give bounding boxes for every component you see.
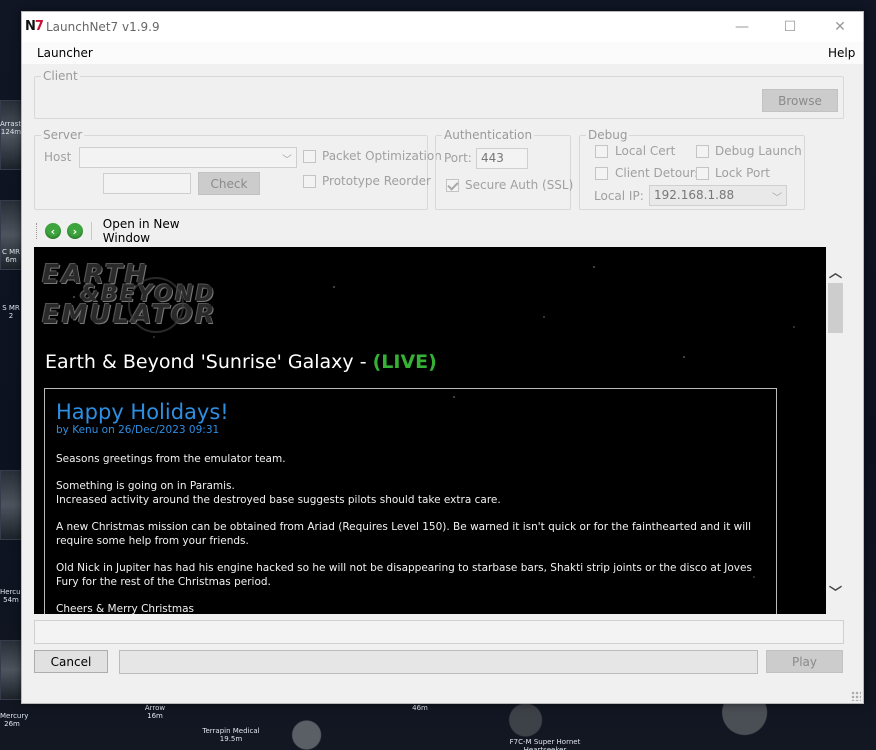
forward-arrow-icon[interactable]: ›	[66, 223, 83, 239]
back-arrow-icon[interactable]: ‹	[44, 223, 61, 239]
open-new-window-button[interactable]: Open in New Window	[99, 215, 234, 247]
server-legend: Server	[41, 128, 85, 142]
toolbar-grip[interactable]	[36, 223, 39, 239]
bg-caption: C MR 6m	[1, 248, 21, 264]
bg-caption: 46m	[412, 704, 428, 712]
close-button[interactable]: ✕	[817, 12, 863, 42]
play-button[interactable]: Play	[766, 650, 843, 673]
server-group: Server Host ﹀ Check Packet Optimization …	[34, 128, 442, 210]
local-ip-combobox[interactable]: 192.168.1.88 ﹀	[649, 185, 787, 206]
news-post: Happy Holidays! by Kenu on 26/Dec/2023 0…	[44, 388, 777, 614]
menu-help[interactable]: Help	[828, 46, 855, 60]
secure-auth-checkbox[interactable]	[446, 179, 459, 192]
browser-scrollbar[interactable]: ︿ ﹀	[827, 247, 844, 614]
window-title: LaunchNet7 v1.9.9	[46, 20, 160, 34]
earth-beyond-logo: EARTH &BEYOND EMULATOR	[42, 262, 252, 335]
authentication-legend: Authentication	[442, 128, 535, 142]
galaxy-title: Earth & Beyond 'Sunrise' Galaxy - (LIVE)	[45, 351, 437, 373]
bg-caption: Terrapin Medical 19.5m	[202, 727, 260, 743]
bg-caption: Mercury 26m	[0, 712, 29, 728]
host-combobox[interactable]: ﹀	[79, 147, 297, 168]
news-byline: by Kenu on 26/Dec/2023 09:31	[56, 424, 220, 436]
client-group: Client Browse	[34, 69, 844, 119]
launcher-window: N7 LaunchNet7 v1.9.9 — ☐ ✕ Launcher Help…	[21, 11, 864, 704]
news-title[interactable]: Happy Holidays!	[56, 399, 765, 425]
menu-bar: Launcher Help	[22, 42, 863, 64]
news-line: Something is going on in Paramis.	[56, 480, 235, 492]
cancel-button[interactable]: Cancel	[34, 650, 108, 673]
debug-legend: Debug	[586, 128, 630, 142]
bg-ship-thumb	[0, 640, 22, 700]
scroll-down-icon[interactable]: ﹀	[827, 583, 844, 601]
local-cert-checkbox[interactable]	[595, 145, 608, 158]
status-field	[34, 620, 844, 644]
news-paragraph: Seasons greetings from the emulator team…	[56, 453, 286, 465]
bg-ship-thumb	[0, 470, 22, 540]
galaxy-name: Earth & Beyond 'Sunrise' Galaxy -	[45, 351, 373, 373]
client-legend: Client	[41, 69, 80, 83]
chevron-down-icon: ﹀	[772, 193, 782, 204]
local-ip-value: 192.168.1.88	[654, 188, 735, 202]
news-paragraph: Something is going on in Paramis. Increa…	[56, 479, 765, 507]
title-bar[interactable]: N7 LaunchNet7 v1.9.9 — ☐ ✕	[22, 12, 863, 42]
host-label: Host	[44, 150, 72, 164]
news-paragraph: Cheers & Merry Christmas	[56, 603, 195, 614]
resize-grip-icon[interactable]	[851, 691, 861, 701]
bg-caption: F7C-M Super Hornet Heartseeker	[509, 738, 581, 750]
client-detours-checkbox[interactable]	[595, 167, 608, 180]
maximize-button[interactable]: ☐	[767, 12, 813, 42]
bg-caption: Arrasta 124m	[0, 120, 26, 136]
app-logo-icon: N7	[25, 19, 44, 34]
prototype-reorder-label: Prototype Reorder	[322, 174, 431, 188]
secure-auth-label: Secure Auth (SSL)	[465, 178, 574, 192]
browser-toolbar: ‹ › Open in New Window	[34, 215, 234, 247]
launch-progress-bar	[119, 650, 758, 674]
minimize-button[interactable]: —	[719, 12, 765, 42]
chevron-down-icon: ﹀	[282, 155, 292, 166]
debug-group: Debug Local Cert Debug Launch Client Det…	[579, 128, 805, 210]
scroll-up-icon[interactable]: ︿	[827, 263, 844, 281]
news-browser[interactable]: EARTH &BEYOND EMULATOR Earth & Beyond 'S…	[34, 247, 826, 614]
host-port-input[interactable]	[103, 173, 191, 194]
galaxy-status: (LIVE)	[372, 351, 437, 373]
bg-caption: Hercules 54m	[0, 588, 31, 604]
local-cert-label: Local Cert	[615, 144, 676, 158]
lock-port-label: Lock Port	[715, 166, 770, 180]
authentication-group: Authentication Port: 443 Secure Auth (SS…	[435, 128, 574, 210]
debug-launch-checkbox[interactable]	[696, 145, 709, 158]
packet-optimization-label: Packet Optimization	[322, 149, 442, 163]
check-button[interactable]: Check	[198, 172, 260, 195]
packet-optimization-checkbox[interactable]	[303, 150, 316, 163]
client-detours-label: Client Detours	[615, 166, 702, 180]
prototype-reorder-checkbox[interactable]	[303, 175, 316, 188]
bg-caption: S MR 2	[2, 304, 20, 320]
toolbar-separator	[90, 222, 92, 240]
port-label: Port:	[444, 151, 472, 165]
bg-caption: Arrow 16m	[144, 704, 166, 720]
lock-port-checkbox[interactable]	[696, 167, 709, 180]
news-paragraph: A new Christmas mission can be obtained …	[56, 521, 752, 547]
menu-launcher[interactable]: Launcher	[37, 46, 93, 60]
news-paragraph: Old Nick in Jupiter has had his engine h…	[56, 562, 752, 588]
port-input[interactable]: 443	[476, 148, 528, 169]
news-line: Increased activity around the destroyed …	[56, 494, 501, 506]
logo-ring	[128, 277, 184, 333]
scroll-thumb[interactable]	[828, 283, 843, 333]
debug-launch-label: Debug Launch	[715, 144, 802, 158]
local-ip-label: Local IP:	[594, 189, 644, 203]
browse-button[interactable]: Browse	[762, 89, 838, 112]
